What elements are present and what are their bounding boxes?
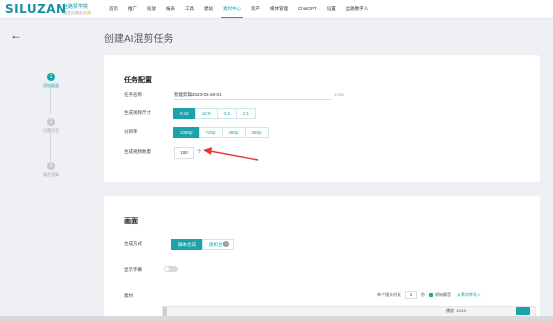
help-icon[interactable]: ? xyxy=(223,241,229,247)
mute-checkbox[interactable] xyxy=(429,293,433,297)
subtitle-toggle[interactable] xyxy=(164,266,178,272)
combine-method-option[interactable]: 脚本合成 xyxy=(171,239,203,250)
subtitle-label: 显示字幕 xyxy=(124,267,142,272)
timeline-info: 播放 10/10 xyxy=(446,308,467,313)
combine-method-option[interactable]: 随机合成 xyxy=(202,239,234,250)
clip-controls: 单个镜头时长 3 秒 原始静音 从素材库导入 xyxy=(377,291,481,299)
import-material-link[interactable]: 从素材库导入 xyxy=(457,292,481,298)
taskbar-strip xyxy=(0,316,553,321)
clip-duration-unit: 秒 xyxy=(421,292,425,297)
clip-duration-input[interactable]: 3 xyxy=(405,291,417,299)
clip-duration-label: 单个镜头时长 xyxy=(377,292,401,297)
frame-title: 画面 xyxy=(124,218,138,225)
mute-label: 原始静音 xyxy=(435,292,451,297)
material-label: 素材 xyxy=(124,293,133,298)
combine-method-label: 合成方式 xyxy=(124,241,142,246)
frame-card: 画面 合成方式 脚本合成 随机合成 ? 显示字幕 素材 单个镜头时长 3 秒 原始… xyxy=(104,196,540,321)
timeline-action-button[interactable] xyxy=(516,307,530,315)
